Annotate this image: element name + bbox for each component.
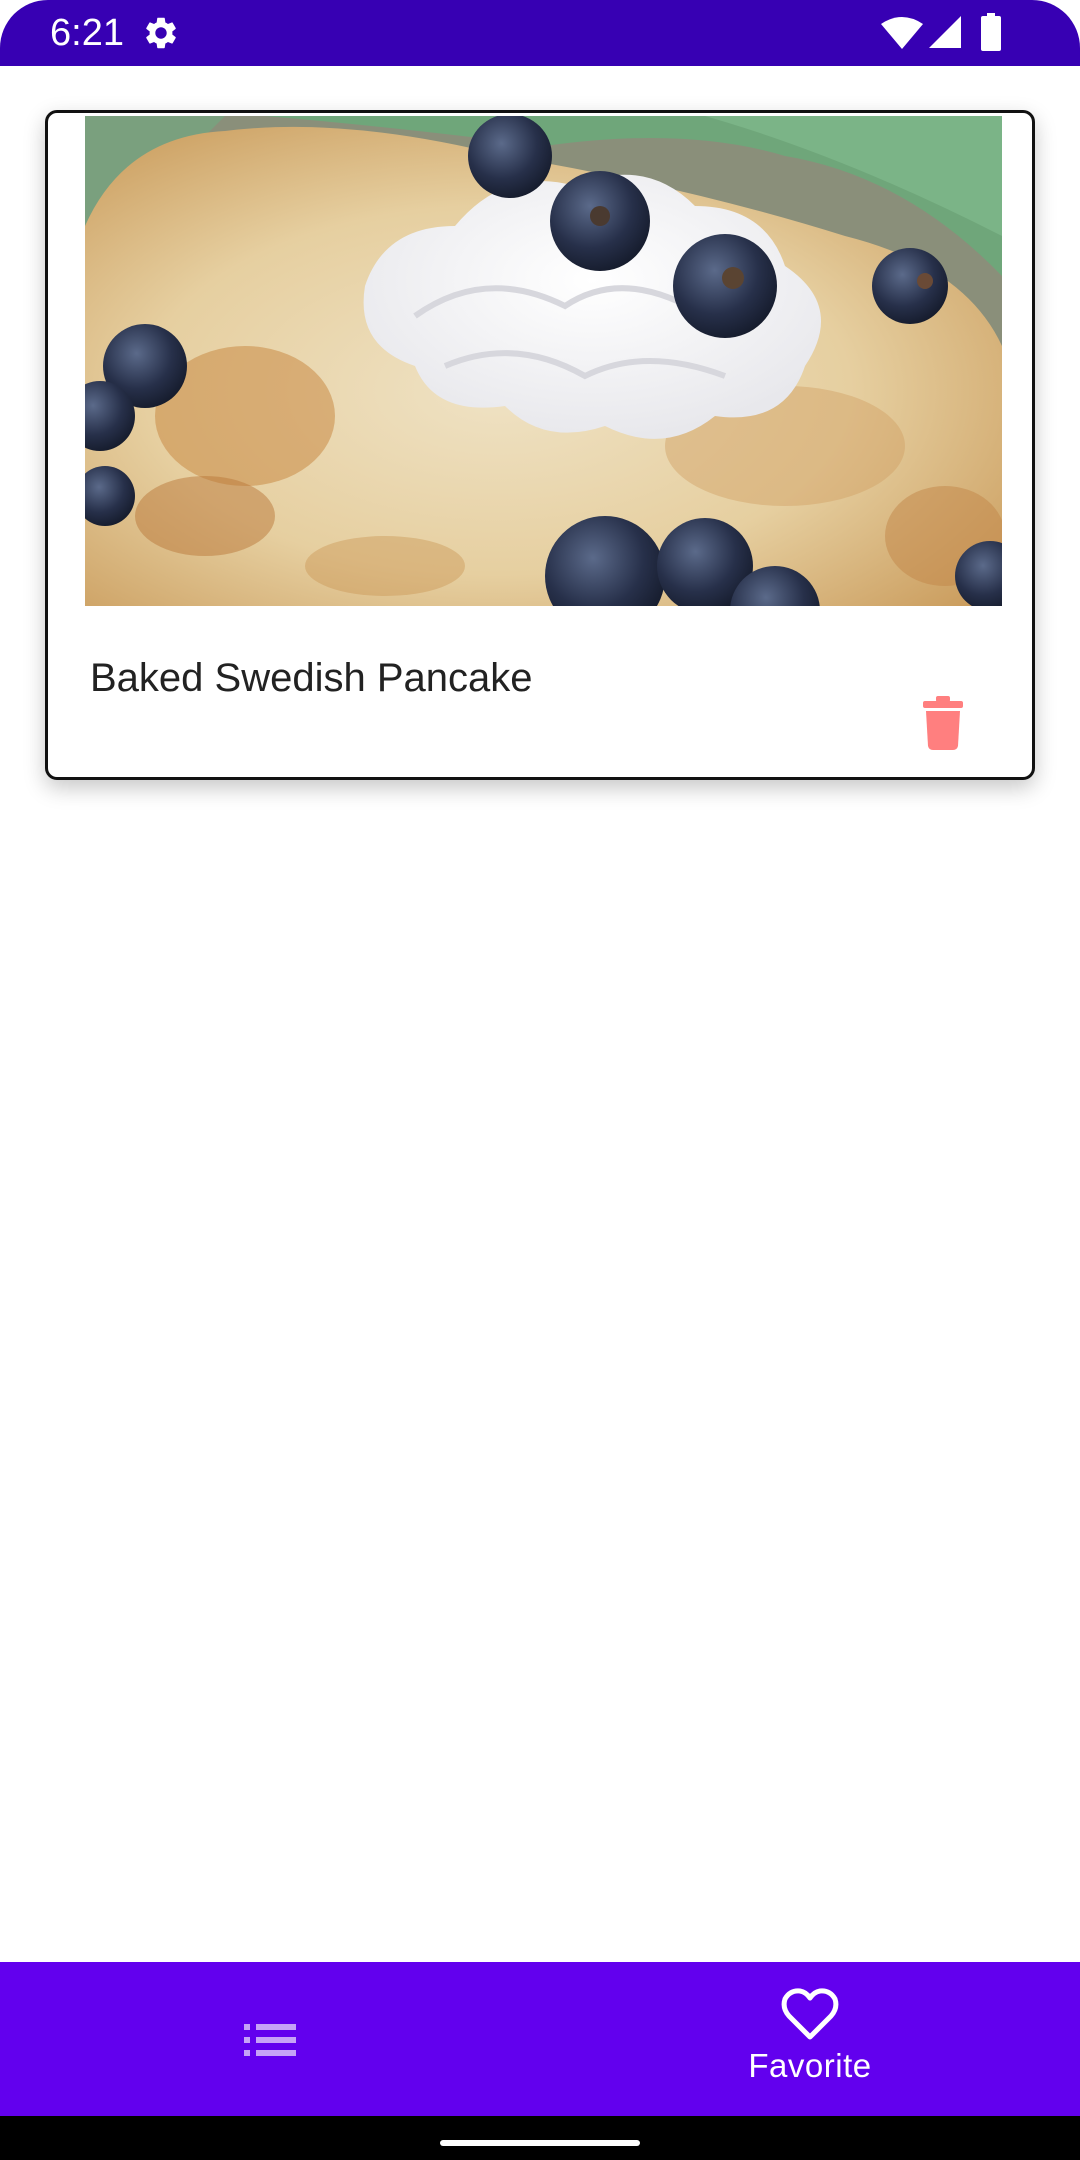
heart-icon [781, 1988, 839, 2040]
gear-icon [146, 17, 176, 49]
home-gesture-handle[interactable] [440, 2140, 640, 2146]
delete-button[interactable] [908, 683, 978, 763]
bottom-navigation: Favorite [0, 1962, 1080, 2116]
nav-item-recipes[interactable] [0, 1962, 540, 2116]
recipe-title: Baked Swedish Pancake [90, 656, 533, 700]
cell-signal-icon [929, 16, 961, 48]
status-bar: 6:21 [0, 0, 1080, 66]
food-photo [85, 116, 1002, 606]
status-time: 6:21 [50, 12, 124, 54]
favorite-recipe-card[interactable]: Baked Swedish Pancake [45, 110, 1035, 780]
gesture-bar [0, 2116, 1080, 2160]
wifi-icon [881, 17, 923, 49]
battery-icon [981, 13, 1001, 51]
nav-item-favorite[interactable]: Favorite [540, 1962, 1080, 2116]
recipe-image [85, 116, 1002, 606]
nav-label-favorite: Favorite [748, 2047, 872, 2084]
list-icon [244, 2024, 296, 2056]
screen: 6:21 Baked Swedish Pancake Favorite [0, 0, 1080, 2160]
trash-icon [923, 696, 963, 750]
